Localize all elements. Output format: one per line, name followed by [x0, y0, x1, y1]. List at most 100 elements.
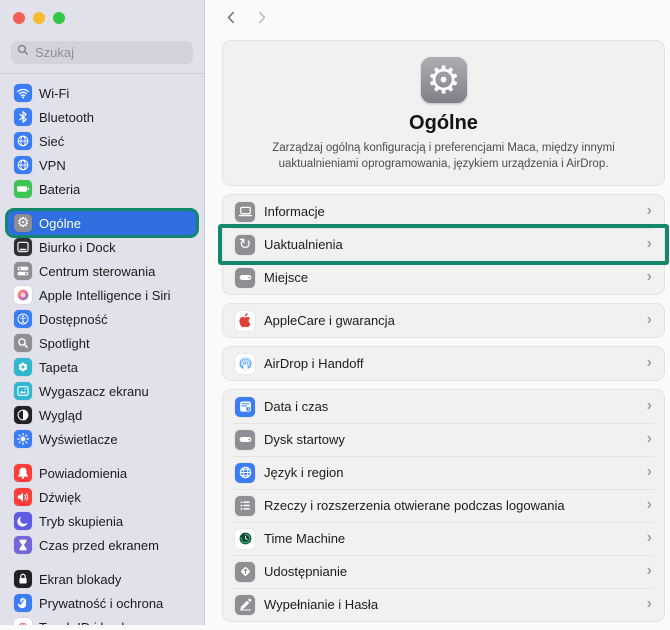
sidebar-item-tapeta[interactable]: Tapeta	[8, 355, 196, 379]
vpn-globe-icon	[14, 156, 32, 174]
login-items-icon	[235, 495, 255, 516]
laptop-icon	[235, 201, 255, 222]
sidebar-item-spotlight[interactable]: Spotlight	[8, 331, 196, 355]
sidebar-item-apple-intelligence-i-siri[interactable]: Apple Intelligence i Siri	[8, 283, 196, 307]
chevron-right-icon: ›	[646, 495, 652, 513]
sidebar-item-vpn[interactable]: VPN	[8, 153, 196, 177]
sidebar-item-wyswietlacze[interactable]: Wyświetlacze	[8, 427, 196, 451]
settings-row-uaktualnienia[interactable]: ↻ Uaktualnienia ›	[218, 224, 669, 265]
sidebar-item-label: Tryb skupienia	[39, 513, 124, 529]
chevron-right-icon: ›	[646, 234, 652, 252]
sidebar-item-label: Bateria	[39, 181, 81, 197]
close-window-button[interactable]	[13, 12, 25, 24]
fingerprint-icon	[14, 618, 32, 625]
sidebar-item-ekran-blokady[interactable]: Ekran blokady	[8, 567, 196, 591]
bell-icon	[14, 464, 32, 482]
settings-row-miejsce[interactable]: Miejsce ›	[223, 261, 664, 294]
settings-row-jezyk-i-region[interactable]: Język i region ›	[223, 456, 664, 489]
sidebar-item-wyglad[interactable]: Wygląd	[8, 403, 196, 427]
settings-row-time-machine[interactable]: Time Machine ›	[223, 522, 664, 555]
chevron-right-icon: ›	[646, 594, 652, 612]
settings-row-applecare-i-gwarancja[interactable]: AppleCare i gwarancja ›	[223, 304, 664, 337]
forward-button[interactable]	[253, 9, 269, 25]
sidebar-item-siec[interactable]: Sieć	[8, 129, 196, 153]
chevron-right-icon: ›	[646, 201, 652, 219]
settings-row-label: Informacje	[264, 204, 325, 219]
chevron-right-icon: ›	[646, 462, 652, 480]
siri-icon	[14, 286, 32, 304]
search-field[interactable]	[33, 44, 188, 61]
apple-icon	[235, 310, 255, 331]
sidebar-item-wifi[interactable]: Wi-Fi	[8, 81, 196, 105]
settings-row-label: Miejsce	[264, 270, 309, 285]
settings-row-wypelnianie-i-hasla[interactable]: Wypełnianie i Hasła ›	[223, 588, 664, 621]
passwords-icon	[235, 594, 255, 615]
sidebar-item-label: Apple Intelligence i Siri	[39, 287, 171, 303]
settings-card: AirDrop i Handoff ›	[222, 346, 665, 381]
settings-row-label: Udostępnianie	[264, 564, 348, 579]
sidebar-item-label: Touch ID i hasło	[39, 620, 132, 626]
chevron-right-icon: ›	[646, 353, 652, 371]
sidebar-item-label: Tapeta	[39, 359, 79, 375]
settings-row-label: Język i region	[264, 465, 344, 480]
moon-icon	[14, 512, 32, 530]
sidebar-item-touch-id-i-haslo[interactable]: Touch ID i hasło	[8, 615, 196, 625]
sidebar-item-ogolne[interactable]: ⚙ Ogólne	[8, 211, 196, 235]
sidebar-item-bluetooth[interactable]: Bluetooth	[8, 105, 196, 129]
software-update-icon: ↻	[235, 234, 255, 255]
settings-row-rzeczy-i-rozszerzenia[interactable]: Rzeczy i rozszerzenia otwierane podczas …	[223, 489, 664, 522]
battery-icon	[14, 180, 32, 198]
sidebar-item-powiadomienia[interactable]: Powiadomienia	[8, 461, 196, 485]
header-card: ⚙ Ogólne Zarządzaj ogólną konfiguracją i…	[222, 40, 665, 186]
settings-content: ⚙ Ogólne Zarządzaj ogólną konfiguracją i…	[205, 34, 670, 630]
sidebar-item-dostepnosc[interactable]: Dostępność	[8, 307, 196, 331]
sidebar-item-label: Wygląd	[39, 407, 83, 423]
screensaver-icon	[14, 382, 32, 400]
storage-icon	[235, 429, 255, 450]
minimize-window-button[interactable]	[33, 12, 45, 24]
chevron-right-icon: ›	[646, 528, 652, 546]
main-panel: ⚙ Ogólne Zarządzaj ogólną konfiguracją i…	[205, 0, 670, 625]
storage-icon	[235, 267, 255, 288]
sidebar-item-wygaszacz-ekranu[interactable]: Wygaszacz ekranu	[8, 379, 196, 403]
sidebar-item-tryb-skupienia[interactable]: Tryb skupienia	[8, 509, 196, 533]
settings-row-label: Time Machine	[264, 531, 346, 546]
sidebar-item-czas-przed-ekranem[interactable]: Czas przed ekranem	[8, 533, 196, 557]
appearance-icon	[14, 406, 32, 424]
page-description: Zarządzaj ogólną konfiguracją i preferen…	[272, 142, 615, 170]
sidebar-group: Wi-Fi Bluetooth Sieć VPN Bateria	[8, 81, 196, 201]
sidebar-item-label: Wyświetlacze	[39, 431, 118, 447]
sidebar-item-label: Wi-Fi	[39, 85, 70, 101]
settings-row-udostepnianie[interactable]: Udostępnianie ›	[223, 555, 664, 588]
sidebar-item-label: Powiadomienia	[39, 465, 128, 481]
navigation-toolbar	[205, 0, 670, 34]
settings-row-data-i-czas[interactable]: Data i czas ›	[223, 390, 664, 423]
settings-row-airdrop-i-handoff[interactable]: AirDrop i Handoff ›	[223, 347, 664, 380]
settings-row-informacje[interactable]: Informacje ›	[223, 195, 664, 228]
back-button[interactable]	[223, 9, 239, 25]
settings-row-label: Wypełnianie i Hasła	[264, 597, 379, 612]
speaker-icon	[14, 488, 32, 506]
sidebar-item-label: Wygaszacz ekranu	[39, 383, 149, 399]
search-input[interactable]	[11, 41, 193, 64]
settings-row-label: Data i czas	[264, 399, 329, 414]
chevron-right-icon: ›	[646, 310, 652, 328]
sidebar-item-label: VPN	[39, 157, 66, 173]
sidebar-item-bateria[interactable]: Bateria	[8, 177, 196, 201]
spotlight-icon	[14, 334, 32, 352]
sidebar-item-biurko-i-dock[interactable]: Biurko i Dock	[8, 235, 196, 259]
sidebar-item-centrum-sterowania[interactable]: Centrum sterowania	[8, 259, 196, 283]
sidebar: Wi-Fi Bluetooth Sieć VPN Bateria ⚙ Ogólne Biurk…	[0, 0, 205, 625]
settings-row-label: Uaktualnienia	[264, 237, 343, 252]
lock-icon	[14, 570, 32, 588]
hourglass-icon	[14, 536, 32, 554]
sidebar-item-prywatnosc-i-ochrona[interactable]: Prywatność i ochrona	[8, 591, 196, 615]
settings-row-dysk-startowy[interactable]: Dysk startowy ›	[223, 423, 664, 456]
time-machine-icon	[235, 528, 255, 549]
zoom-window-button[interactable]	[53, 12, 65, 24]
sidebar-item-dzwiek[interactable]: Dźwięk	[8, 485, 196, 509]
globe-grid-icon	[235, 462, 255, 483]
settings-row-label: AppleCare i gwarancja	[264, 313, 395, 328]
sidebar-item-label: Dostępność	[39, 311, 108, 327]
window-controls	[0, 0, 204, 32]
